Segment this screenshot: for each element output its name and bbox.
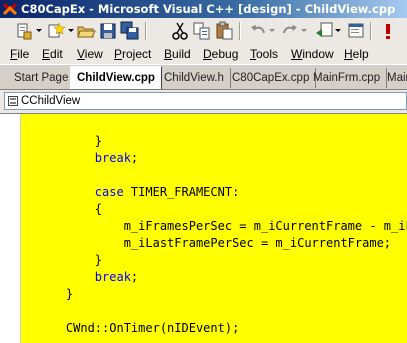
code-line: }	[37, 252, 102, 269]
tab-childview-cpp[interactable]: ChildView.cpp	[70, 66, 162, 90]
code-text: ;	[130, 270, 139, 284]
code-text: }	[65, 287, 74, 301]
code-text: m_iFramesPerSec = m_iCurrentFrame - m_iL…	[123, 219, 407, 233]
tab-start-page[interactable]: Start Page	[8, 68, 76, 88]
code-line: CWnd::OnTimer(nIDEvent);	[37, 320, 239, 337]
code-text: m_iLastFramePerSec = m_iCurrentFrame;	[123, 236, 392, 250]
code-line: break;	[37, 150, 138, 167]
menu-help[interactable]: Help	[344, 46, 369, 62]
class-icon	[8, 96, 18, 106]
cut-icon[interactable]	[170, 21, 190, 41]
class-dropdown[interactable]: CChildView	[4, 92, 407, 110]
code-editor[interactable]: } break; case TIMER_FRAMECNT: { m_iFrame…	[0, 113, 407, 343]
code-line: m_iLastFramePerSec = m_iCurrentFrame;	[37, 235, 391, 252]
menu-view[interactable]: View	[77, 46, 103, 62]
menu-window[interactable]: Window	[291, 46, 334, 62]
menu-debug[interactable]: Debug	[203, 46, 238, 62]
menu-file[interactable]: File	[10, 46, 29, 62]
code-keyword: break	[94, 151, 131, 165]
undo-icon[interactable]	[248, 21, 268, 41]
menu-tools[interactable]: Tools	[250, 46, 278, 62]
code-line: break;	[37, 269, 138, 286]
breakpoint-icon[interactable]	[378, 21, 398, 41]
menu-build[interactable]: Build	[164, 46, 191, 62]
save-icon[interactable]	[98, 21, 118, 41]
code-line: }	[37, 286, 73, 303]
new-project-icon[interactable]	[14, 21, 34, 41]
save-all-icon[interactable]	[120, 21, 140, 41]
window-title: C80CapEx - Microsoft Visual C++ [design]…	[21, 2, 396, 16]
copy-icon[interactable]	[192, 21, 212, 41]
tab-c80capex-cpp[interactable]: C80CapEx.cpp	[226, 68, 317, 88]
visual-studio-icon	[2, 2, 18, 16]
menu-edit[interactable]: Edit	[42, 46, 63, 62]
paste-icon[interactable]	[214, 21, 234, 41]
redo-icon[interactable]	[280, 21, 300, 41]
code-keyword: break	[94, 270, 131, 284]
class-name: CChildView	[21, 95, 81, 107]
code-area[interactable]: } break; case TIMER_FRAMECNT: { m_iFrame…	[21, 114, 407, 343]
code-text: ;	[130, 151, 139, 165]
code-keyword: case	[94, 185, 124, 199]
solution-explorer-icon[interactable]	[346, 21, 366, 41]
code-text: CWnd::OnTimer(nIDEvent);	[65, 321, 240, 335]
code-line: m_iFramesPerSec = m_iCurrentFrame - m_iL…	[37, 218, 407, 235]
navigate-back-icon[interactable]	[314, 21, 334, 41]
navigation-bar: CChildView	[0, 89, 407, 114]
editor-gutter	[0, 114, 21, 343]
tab-main[interactable]: Main	[381, 68, 407, 88]
add-item-icon[interactable]	[46, 21, 66, 41]
standard-toolbar	[0, 18, 407, 45]
code-text: }	[94, 134, 103, 148]
code-line: {	[37, 201, 102, 218]
tab-childview-h[interactable]: ChildView.h	[158, 68, 231, 88]
code-line: case TIMER_FRAMECNT:	[37, 184, 240, 201]
menu-project[interactable]: Project	[114, 46, 151, 62]
code-text: {	[94, 202, 103, 216]
document-tabs: Start Page ChildView.cpp ChildView.h C80…	[0, 64, 407, 90]
title-bar[interactable]: C80CapEx - Microsoft Visual C++ [design]…	[0, 0, 407, 18]
menu-bar: File Edit View Project Build Debug Tools…	[0, 44, 407, 64]
open-icon[interactable]	[76, 21, 96, 41]
code-text: }	[94, 253, 103, 267]
tab-mainfrm-cpp[interactable]: MainFrm.cpp	[307, 68, 388, 88]
code-line: }	[37, 133, 102, 150]
code-text: TIMER_FRAMECNT:	[123, 185, 240, 199]
